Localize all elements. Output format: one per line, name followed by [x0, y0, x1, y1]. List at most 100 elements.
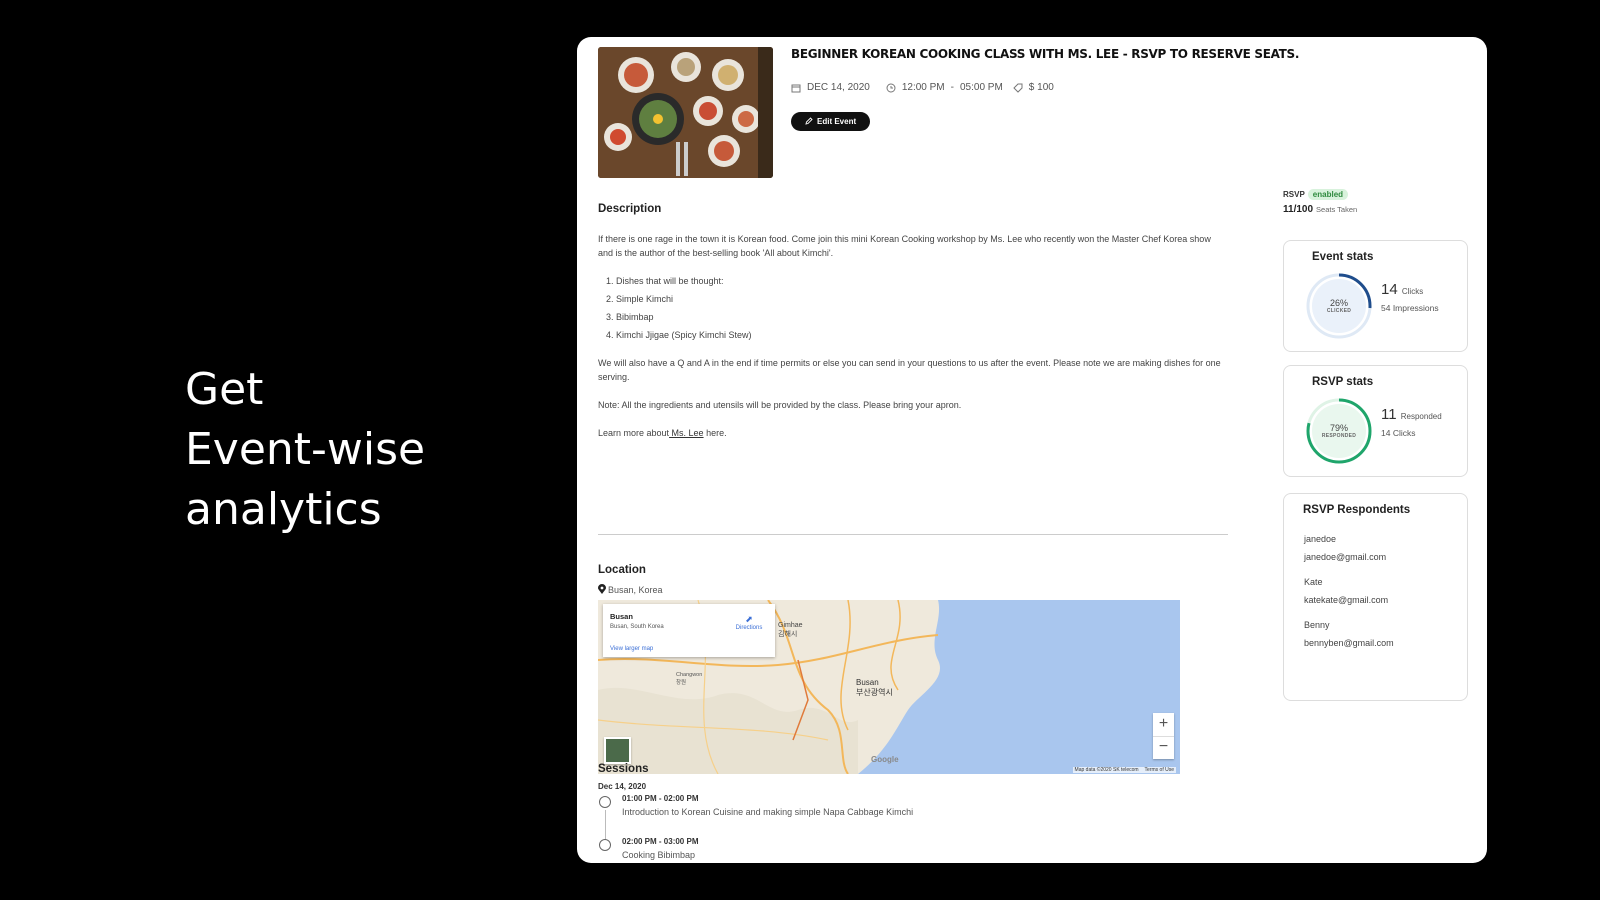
- seats-label: Seats Taken: [1316, 205, 1358, 214]
- list-item: Bibimbap: [616, 310, 1228, 324]
- rsvp-status-badge: enabled: [1307, 189, 1349, 200]
- responded-count: 11: [1381, 406, 1397, 423]
- zoom-in-button[interactable]: +: [1153, 713, 1174, 737]
- headline: Get Event-wise analytics: [185, 360, 425, 540]
- map-info-popup: Busan Busan, South Korea ⬈ Directions Vi…: [603, 604, 775, 657]
- respondents-list: janedoe janedoe@gmail.com Kate katekate@…: [1304, 530, 1394, 652]
- view-larger-map-link[interactable]: View larger map: [610, 646, 653, 652]
- event-time-end: 05:00 PM: [959, 82, 1003, 93]
- description-intro: If there is one rage in the town it is K…: [598, 234, 1211, 258]
- learn-prefix: Learn more about: [598, 428, 670, 438]
- map-label-gimhae: Gimhae 김해시: [778, 622, 803, 639]
- respondent-email: bennyben@gmail.com: [1304, 638, 1394, 648]
- map-label-gimhae-en: Gimhae: [778, 622, 803, 629]
- respondent-email: katekate@gmail.com: [1304, 595, 1389, 605]
- description-section: Description If there is one rage in the …: [598, 202, 1228, 440]
- timeline-dot: [599, 839, 611, 851]
- pencil-icon: [805, 116, 813, 127]
- headline-line-2: Event-wise: [185, 424, 426, 475]
- rsvp-stats-responded: 11 Responded: [1381, 406, 1442, 423]
- session-time: 02:00 PM - 03:00 PM: [622, 837, 699, 846]
- description-qa: We will also have a Q and A in the end i…: [598, 358, 1221, 382]
- seats-count: 11/100: [1283, 204, 1314, 215]
- rsvp-summary: RSVP enabled 11/100 Seats Taken: [1283, 189, 1357, 215]
- event-photo: [598, 47, 773, 178]
- ms-lee-link[interactable]: Ms. Lee: [669, 428, 704, 438]
- event-date: DEC 14, 2020: [807, 82, 870, 93]
- list-item: Kimchi Jjigae (Spicy Kimchi Stew): [616, 328, 1228, 342]
- event-time-start: 12:00 PM: [901, 82, 945, 93]
- list-item: Dishes that will be thought:: [616, 274, 1228, 288]
- event-stats-ring-text: 26% CLICKED: [1304, 271, 1374, 341]
- edit-event-button[interactable]: Edit Event: [791, 112, 871, 131]
- description-note: Note: All the ingredients and utensils w…: [598, 400, 962, 410]
- timeline-dot: [599, 796, 611, 808]
- session-item: 01:00 PM - 02:00 PM Introduction to Kore…: [598, 794, 1198, 840]
- rsvp-stats-ring-label: RESPONDED: [1321, 433, 1357, 439]
- respondent-name: Benny: [1304, 620, 1330, 630]
- map-popup-subtitle: Busan, South Korea: [610, 624, 664, 630]
- impressions-count: 54 Impressions: [1381, 303, 1439, 313]
- event-card: BEGINNER KOREAN COOKING CLASS WITH MS. L…: [577, 37, 1487, 863]
- respondents-title: RSVP Respondents: [1303, 504, 1411, 516]
- rsvp-stats-title: RSVP stats: [1312, 376, 1374, 388]
- map-label-changwon-ko: 창원: [676, 680, 687, 686]
- timeline-line: [605, 810, 606, 840]
- session-desc: Cooking Bibimbap: [622, 850, 696, 860]
- map-label-busan-en: Busan: [856, 678, 879, 687]
- map-zoom-control: + −: [1153, 713, 1174, 759]
- learn-suffix: here.: [703, 428, 727, 438]
- sessions-date: Dec 14, 2020: [598, 782, 647, 791]
- respondent-name: Kate: [1304, 577, 1323, 587]
- responded-label: Responded: [1400, 412, 1442, 421]
- map-label-changwon: Changwon 창원: [676, 672, 702, 686]
- clock-icon: [886, 83, 896, 93]
- respondent-name: janedoe: [1304, 534, 1337, 544]
- map-label-gimhae-ko: 김해시: [778, 631, 798, 638]
- satellite-toggle[interactable]: [604, 737, 631, 764]
- location-place-row: Busan, Korea: [598, 584, 663, 596]
- tag-icon: [1013, 83, 1023, 93]
- location-heading: Location: [598, 564, 646, 576]
- map-label-busan-ko: 부산광역시: [856, 688, 893, 697]
- respondent-item: Benny bennyben@gmail.com: [1304, 616, 1394, 652]
- respondent-item: janedoe janedoe@gmail.com: [1304, 530, 1394, 566]
- list-item: Simple Kimchi: [616, 292, 1228, 306]
- clicks-count: 14: [1381, 281, 1398, 298]
- rsvp-stats-percent: 79%: [1329, 423, 1348, 433]
- sessions-heading: Sessions: [598, 763, 649, 775]
- location-map[interactable]: Busan Busan, South Korea ⬈ Directions Vi…: [598, 600, 1180, 774]
- map-label-busan: Busan 부산광역시: [856, 678, 893, 698]
- event-stats-clicks: 14 Clicks: [1381, 281, 1423, 298]
- headline-line-3: analytics: [185, 484, 382, 535]
- section-divider: [598, 534, 1228, 535]
- description-learn-more: Learn more about Ms. Lee here.: [598, 426, 1228, 440]
- rsvp-label: RSVP: [1283, 190, 1305, 199]
- calendar-icon: [791, 83, 801, 93]
- event-time-separator: -: [950, 82, 954, 93]
- event-price: $ 100: [1028, 82, 1054, 93]
- respondent-email: janedoe@gmail.com: [1304, 552, 1387, 562]
- session-item: 02:00 PM - 03:00 PM Cooking Bibimbap: [598, 837, 1198, 863]
- description-list: Dishes that will be thought: Simple Kimc…: [598, 274, 1228, 342]
- event-meta: DEC 14, 2020 12:00 PM - 05:00 PM $ 100: [791, 82, 1054, 93]
- rsvp-stats-card: RSVP stats 79% RESPONDED 11 Responded 14…: [1283, 365, 1468, 477]
- event-stats-ring-label: CLICKED: [1326, 308, 1352, 314]
- event-stats-title: Event stats: [1312, 251, 1374, 263]
- session-time: 01:00 PM - 02:00 PM: [622, 794, 699, 803]
- rsvp-stats-ring-text: 79% RESPONDED: [1304, 396, 1374, 466]
- event-title: BEGINNER KOREAN COOKING CLASS WITH MS. L…: [791, 47, 1300, 61]
- map-pin-icon: [598, 584, 606, 596]
- sessions-section: Sessions Dec 14, 2020 01:00 PM - 02:00 P…: [598, 763, 1198, 863]
- zoom-out-button[interactable]: −: [1153, 737, 1174, 759]
- event-stats-card: Event stats 26% CLICKED 14 Clicks 54 Imp…: [1283, 240, 1468, 352]
- rsvp-respondents-card: RSVP Respondents janedoe janedoe@gmail.c…: [1283, 493, 1468, 701]
- location-place: Busan, Korea: [608, 585, 663, 595]
- map-directions-link[interactable]: ⬈ Directions: [729, 614, 769, 631]
- edit-event-label: Edit Event: [817, 117, 857, 126]
- map-directions-label: Directions: [735, 625, 763, 631]
- event-stats-percent: 26%: [1329, 298, 1348, 308]
- rsvp-clicks-count: 14 Clicks: [1381, 428, 1416, 438]
- description-heading: Description: [598, 203, 662, 215]
- directions-icon: ⬈: [745, 614, 753, 624]
